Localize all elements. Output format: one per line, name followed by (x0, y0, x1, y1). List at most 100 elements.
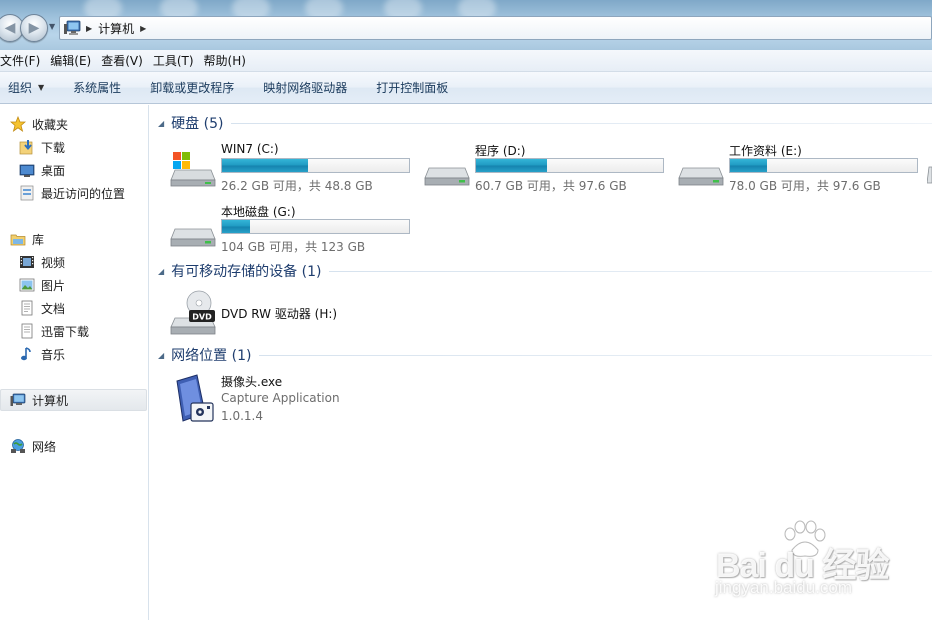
nav-computer[interactable]: 计算机 (0, 389, 147, 411)
desktop-icon (19, 162, 35, 178)
hard-drive-icon (424, 167, 470, 186)
drive-item-g[interactable]: 本地磁盘 (G:) 104 GB 可用，共 123 GB (169, 203, 419, 255)
main-content: ◢ 硬盘 (5) WIN7 (C:) 26.2 GB 可用，共 48.8 GB … (150, 105, 932, 620)
group-divider (329, 270, 932, 272)
network-app-item[interactable]: 摄像头.exe Capture Application 1.0.1.4 (169, 371, 389, 427)
nav-item-pictures[interactable]: 图片 (19, 274, 65, 296)
drive-name: 程序 (D:) (475, 144, 526, 158)
nav-libraries[interactable]: 库 (10, 228, 44, 250)
nav-item-desktop[interactable]: 桌面 (19, 159, 65, 181)
dvd-drive-icon: DVD (170, 290, 216, 335)
organize-button[interactable]: 组织 ▼ (8, 79, 44, 96)
nav-item-label: 下载 (41, 140, 66, 155)
collapse-triangle-icon[interactable]: ◢ (158, 119, 164, 128)
drive-space-info: 104 GB 可用，共 123 GB (221, 240, 366, 254)
nav-network-label: 网络 (32, 439, 57, 454)
capacity-fill (730, 159, 768, 172)
forward-arrow-icon: ▶ (28, 20, 40, 36)
app-file-name: 摄像头.exe (221, 375, 283, 389)
drive-item-e[interactable]: 工作资料 (E:) 78.0 GB 可用，共 97.6 GB (677, 142, 927, 194)
menu-tools[interactable]: 工具(T) (153, 52, 201, 69)
nav-item-label: 音乐 (41, 347, 66, 362)
library-icon (10, 231, 26, 247)
nav-item-label: 视频 (41, 255, 66, 270)
back-arrow-icon: ◀ (4, 20, 16, 36)
nav-libraries-label: 库 (32, 232, 45, 247)
chevron-down-icon: ▼ (38, 83, 45, 92)
nav-item-download[interactable]: 下载 (19, 136, 65, 158)
capacity-fill (222, 220, 251, 233)
open-control-panel-button[interactable]: 打开控制面板 (376, 79, 448, 96)
nav-favorites[interactable]: 收藏夹 (10, 113, 68, 135)
navigation-pane: 收藏夹 下载 桌面 最近访问的位置 库 视频 图片 文档 迅雷下载 音乐 计算机… (0, 105, 149, 620)
nav-item-xunlei-download[interactable]: 迅雷下载 (19, 320, 89, 342)
group-header-removable[interactable]: ◢ 有可移动存储的设备 (1) (150, 261, 932, 281)
documents-icon (19, 300, 35, 316)
nav-item-label: 桌面 (41, 163, 66, 178)
capacity-bar (475, 158, 664, 173)
group-header-hard-disks[interactable]: ◢ 硬盘 (5) (150, 113, 932, 133)
nav-item-label: 迅雷下载 (41, 324, 90, 339)
group-header-network-locations[interactable]: ◢ 网络位置 (1) (150, 345, 932, 365)
drive-name: 本地磁盘 (G:) (221, 205, 296, 219)
command-bar: 组织 ▼ 系统属性 卸载或更改程序 映射网络驱动器 打开控制面板 (0, 72, 932, 104)
uninstall-program-button[interactable]: 卸载或更改程序 (150, 79, 234, 96)
capacity-bar (729, 158, 918, 173)
recent-pages-dropdown-icon[interactable]: ▼ (49, 22, 55, 31)
nav-item-label: 图片 (41, 278, 66, 293)
drive-item-d[interactable]: 程序 (D:) 60.7 GB 可用，共 97.6 GB (423, 142, 673, 194)
group-divider (231, 122, 932, 124)
camera-app-icon (176, 374, 214, 422)
capacity-bar (221, 219, 410, 234)
nav-item-recent-places[interactable]: 最近访问的位置 (19, 182, 125, 204)
windows-drive-icon (170, 152, 216, 187)
menu-view[interactable]: 查看(V) (101, 52, 150, 69)
drive-name: WIN7 (C:) (221, 142, 279, 156)
hard-drive-icon (170, 228, 216, 247)
nav-item-music[interactable]: 音乐 (19, 343, 65, 365)
map-network-drive-button[interactable]: 映射网络驱动器 (263, 79, 347, 96)
drive-space-info: 78.0 GB 可用，共 97.6 GB (729, 179, 881, 193)
xunlei-download-icon (19, 323, 35, 339)
computer-icon (64, 20, 81, 35)
download-folder-icon (19, 139, 35, 155)
forward-button[interactable]: ▶ (20, 14, 48, 42)
drive-name: 工作资料 (E:) (729, 144, 802, 158)
hard-drive-icon (678, 167, 724, 186)
breadcrumb-separator-icon[interactable]: ▶ (140, 24, 146, 33)
group-title: 有可移动存储的设备 (1) (171, 264, 322, 280)
nav-item-video[interactable]: 视频 (19, 251, 65, 273)
menu-file[interactable]: 文件(F) (0, 52, 47, 69)
nav-item-documents[interactable]: 文档 (19, 297, 65, 319)
star-icon (10, 116, 26, 132)
drive-space-info: 26.2 GB 可用，共 48.8 GB (221, 179, 373, 193)
menu-edit[interactable]: 编辑(E) (50, 52, 98, 69)
group-title: 网络位置 (1) (171, 348, 252, 364)
computer-icon (10, 392, 26, 408)
group-divider (259, 354, 932, 356)
dvd-drive-item[interactable]: DVD DVD RW 驱动器 (H:) (169, 290, 389, 338)
menu-help[interactable]: 帮助(H) (204, 52, 253, 69)
network-icon (10, 438, 26, 454)
video-icon (19, 254, 35, 270)
recent-places-icon (19, 185, 35, 201)
nav-item-label: 文档 (41, 301, 66, 316)
system-properties-button[interactable]: 系统属性 (73, 79, 121, 96)
breadcrumb-computer[interactable]: 计算机 (98, 20, 134, 37)
capacity-fill (476, 159, 548, 172)
app-description: Capture Application (221, 391, 340, 405)
drive-item-c[interactable]: WIN7 (C:) 26.2 GB 可用，共 48.8 GB (169, 142, 419, 194)
address-bar[interactable]: ▶ 计算机 ▶ (59, 16, 932, 40)
organize-label: 组织 (8, 81, 33, 95)
capacity-fill (222, 159, 309, 172)
music-icon (19, 346, 35, 362)
hard-drive-icon[interactable] (927, 163, 932, 185)
nav-network[interactable]: 网络 (10, 435, 56, 457)
collapse-triangle-icon[interactable]: ◢ (158, 351, 164, 360)
group-title: 硬盘 (5) (171, 116, 224, 132)
nav-computer-label: 计算机 (32, 393, 69, 408)
title-address-bar: ◀ ▶ ▼ ▶ 计算机 ▶ (0, 0, 932, 50)
collapse-triangle-icon[interactable]: ◢ (158, 267, 164, 276)
breadcrumb-separator-icon[interactable]: ▶ (86, 24, 92, 33)
dvd-drive-name: DVD RW 驱动器 (H:) (221, 307, 338, 321)
